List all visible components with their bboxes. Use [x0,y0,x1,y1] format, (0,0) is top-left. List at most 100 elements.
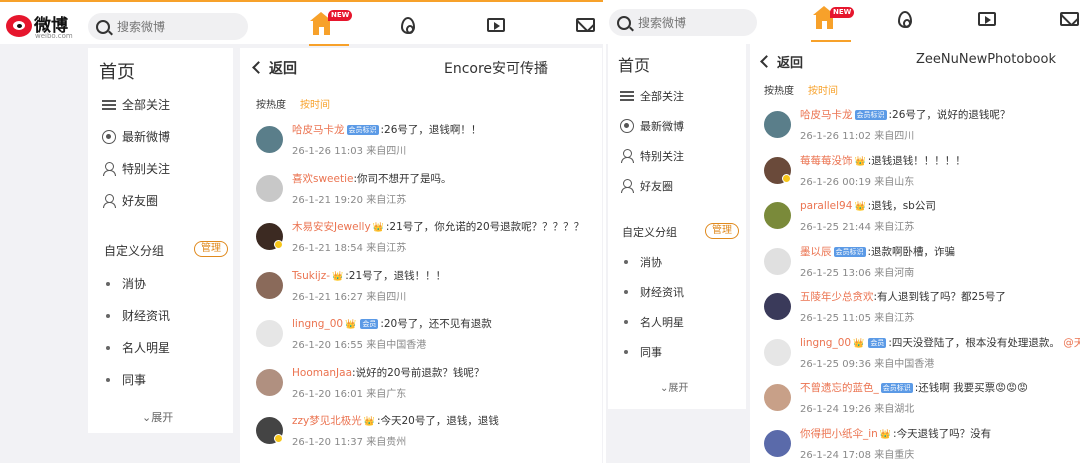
comment-line: parallel94 👑:退钱，sb公司 [800,198,936,213]
sidebar-item-label: 最新微博 [640,120,684,133]
sidebar-item-latest[interactable]: 最新微博 [102,128,170,145]
sort-by-hot[interactable]: 按热度 [256,100,286,111]
expand-label: 展开 [668,383,689,394]
username-link[interactable]: 五陵年少总贪欢 [800,291,874,303]
username-link[interactable]: 墨以辰 [800,246,832,258]
search-box[interactable] [609,9,757,36]
manage-button[interactable]: 管理 [705,223,739,239]
group-label: 同事 [640,346,662,359]
search-icon [96,19,110,34]
group-item-finance[interactable]: 财经资讯 [624,284,684,300]
comment-meta: 26-1-25 09:36 来自中国香港 [800,358,935,370]
group-item-colleague[interactable]: 同事 [106,371,146,388]
username-link[interactable]: 莓莓莓没饰 [800,155,853,167]
user-icon [620,179,634,193]
expand-button[interactable]: ⌄展开 [142,409,173,425]
username-link[interactable]: 哈皮马卡龙 [292,124,345,136]
back-button[interactable]: 返回 [252,58,297,78]
search-box[interactable] [88,13,248,40]
sidebar-item-special-follow[interactable]: 特别关注 [102,160,170,177]
search-input[interactable] [638,15,748,30]
avatar[interactable] [764,247,791,275]
sidebar-item-label: 最新微博 [122,130,171,144]
comment-item: 你得把小纸伞_in 👑:今天退钱了吗？没有 26-1-24 17:08 来自重庆 [764,426,1080,463]
comment-line: 木易安安Jewelly 👑:21号了，你允诺的20号退款呢？？？？？ [292,219,584,234]
video-icon [978,12,996,26]
comment-meta: 26-1-24 19:26 来自湖北 [800,404,915,415]
avatar[interactable] [256,320,283,347]
avatar[interactable] [764,384,791,411]
group-item-finance[interactable]: 财经资讯 [106,307,170,324]
hot-nav-button[interactable] [892,8,918,30]
avatar[interactable] [764,293,791,320]
comment-item: 喜欢sweetie:你司不想开了是吗。 26-1-21 19:20 来自江苏 [256,171,576,211]
sidebar-item-all-follow[interactable]: 全部关注 [620,88,684,104]
mail-icon [575,18,595,32]
sort-by-hot[interactable]: 按热度 [764,86,794,97]
avatar[interactable] [764,202,791,229]
username-link[interactable]: HoomanJaa [292,367,352,379]
group-item-xiaoxie[interactable]: 消协 [624,254,662,270]
list-icon [620,91,634,101]
username-link[interactable]: lingng_00 [292,318,343,330]
group-item-colleague[interactable]: 同事 [624,344,662,360]
video-nav-button[interactable] [483,14,509,36]
sidebar-item-latest[interactable]: 最新微博 [620,118,684,134]
active-tab-indicator [811,40,851,42]
comments-panel: 返回 ZeeNuNewPhotobook 按热度 按时间 哈皮马卡龙 会员标识:26… [750,44,1080,463]
avatar[interactable] [256,126,283,153]
sidebar-item-friends[interactable]: 好友圈 [102,192,158,209]
sort-by-time[interactable]: 按时间 [808,86,838,97]
message-nav-button[interactable] [572,14,598,36]
sidebar-item-friends[interactable]: 好友圈 [620,178,673,194]
avatar[interactable] [764,338,791,366]
sidebar-item-special-follow[interactable]: 特别关注 [620,148,684,164]
username-link[interactable]: 喜欢sweetie [292,173,353,185]
comment-text: :20号了，还不见有退款 [380,318,492,330]
username-link[interactable]: 哈皮马卡龙 [800,109,853,121]
sidebar-item-all-follow[interactable]: 全部关注 [102,96,170,113]
avatar[interactable] [256,174,283,202]
expand-label: 展开 [151,411,174,424]
group-item-xiaoxie[interactable]: 消协 [106,275,146,292]
new-badge: NEW [830,7,855,18]
back-button[interactable]: 返回 [760,52,804,71]
sort-by-time[interactable]: 按时间 [300,100,330,111]
avatar[interactable] [256,368,283,396]
username-link[interactable]: lingng_00 [800,337,851,349]
hot-nav-button[interactable] [395,14,421,36]
comment-item: zzy梦见北极光 👑:今天20号了，退钱，退钱 26-1-20 11:37 来自贵州 [256,413,576,453]
username-link[interactable]: 木易安安Jewelly [292,221,371,233]
comment-item: 木易安安Jewelly 👑:21号了，你允诺的20号退款呢？？？？？ 26-1-21… [256,219,584,259]
avatar[interactable] [764,111,791,138]
verified-badge-icon [274,434,283,443]
group-label: 财经资讯 [640,286,684,299]
mail-icon [1059,12,1079,26]
member-tag: 会员标识 [346,125,379,135]
username-link[interactable]: Tsukijz- [292,270,330,282]
expand-button[interactable]: ⌄展开 [660,379,688,394]
chevron-down-icon: ⌄ [142,411,152,424]
post-title: Encore安可传播 [444,61,549,77]
username-link[interactable]: parallel94 [800,200,852,212]
username-link[interactable]: zzy梦见北极光 [292,415,362,427]
group-item-celebrity[interactable]: 名人明星 [106,339,170,356]
username-link[interactable]: 不曾遗忘的蓝色_ [800,382,879,394]
weibo-logo[interactable]: 微博 weibo.com [6,11,80,43]
avatar[interactable] [256,271,283,299]
video-nav-button[interactable] [974,8,1000,30]
search-input[interactable] [117,19,227,34]
post-title: ZeeNuNewPhotobook [916,52,1056,67]
sidebar-item-label: 好友圈 [640,180,673,193]
back-label: 返回 [777,56,804,71]
avatar[interactable] [764,429,791,457]
manage-button[interactable]: 管理 [194,241,228,257]
comment-line: 哈皮马卡龙 会员标识:26号了，说好的退钱呢？ [800,107,1010,122]
comment-line: 你得把小纸伞_in 👑:今天退钱了吗？没有 [800,426,991,441]
new-badge: NEW [328,10,353,21]
username-link[interactable]: 你得把小纸伞_in [800,428,878,440]
group-item-celebrity[interactable]: 名人明星 [624,314,684,330]
mention-link[interactable]: @天津12 [1063,337,1080,349]
message-nav-button[interactable] [1056,8,1080,30]
comment-text: :今天20号了，退钱，退钱 [376,415,499,427]
